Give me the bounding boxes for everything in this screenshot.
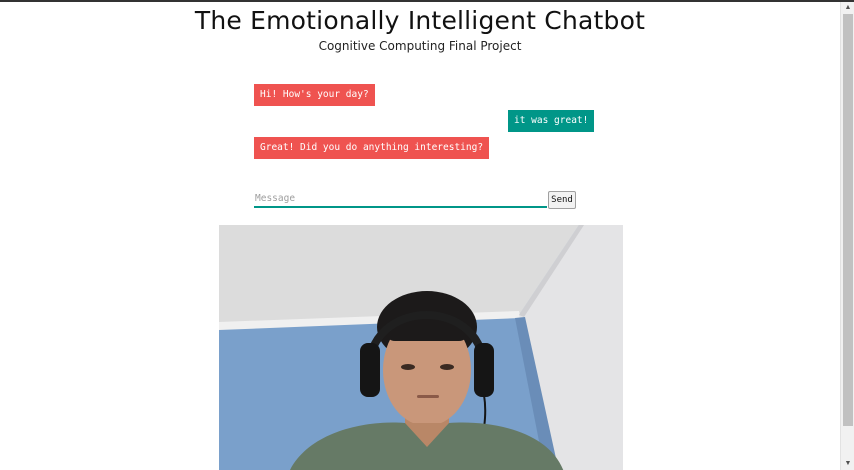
- message-input[interactable]: [254, 191, 547, 208]
- webcam-image: [219, 225, 623, 470]
- scroll-up-icon[interactable]: ▲: [841, 2, 854, 14]
- page: The Emotionally Intelligent Chatbot Cogn…: [0, 2, 840, 470]
- scrollbar[interactable]: ▲ ▼: [840, 2, 854, 470]
- send-button[interactable]: Send: [548, 191, 576, 209]
- user-message: it was great!: [508, 110, 595, 132]
- bot-message: Hi! How's your day?: [254, 84, 375, 106]
- bot-message: Great! Did you do anything interesting?: [254, 137, 490, 159]
- scroll-thumb[interactable]: [843, 14, 853, 426]
- scroll-down-icon[interactable]: ▼: [841, 458, 854, 470]
- webcam-feed: [219, 225, 623, 470]
- page-subtitle: Cognitive Computing Final Project: [318, 39, 522, 53]
- page-title: The Emotionally Intelligent Chatbot: [194, 6, 646, 35]
